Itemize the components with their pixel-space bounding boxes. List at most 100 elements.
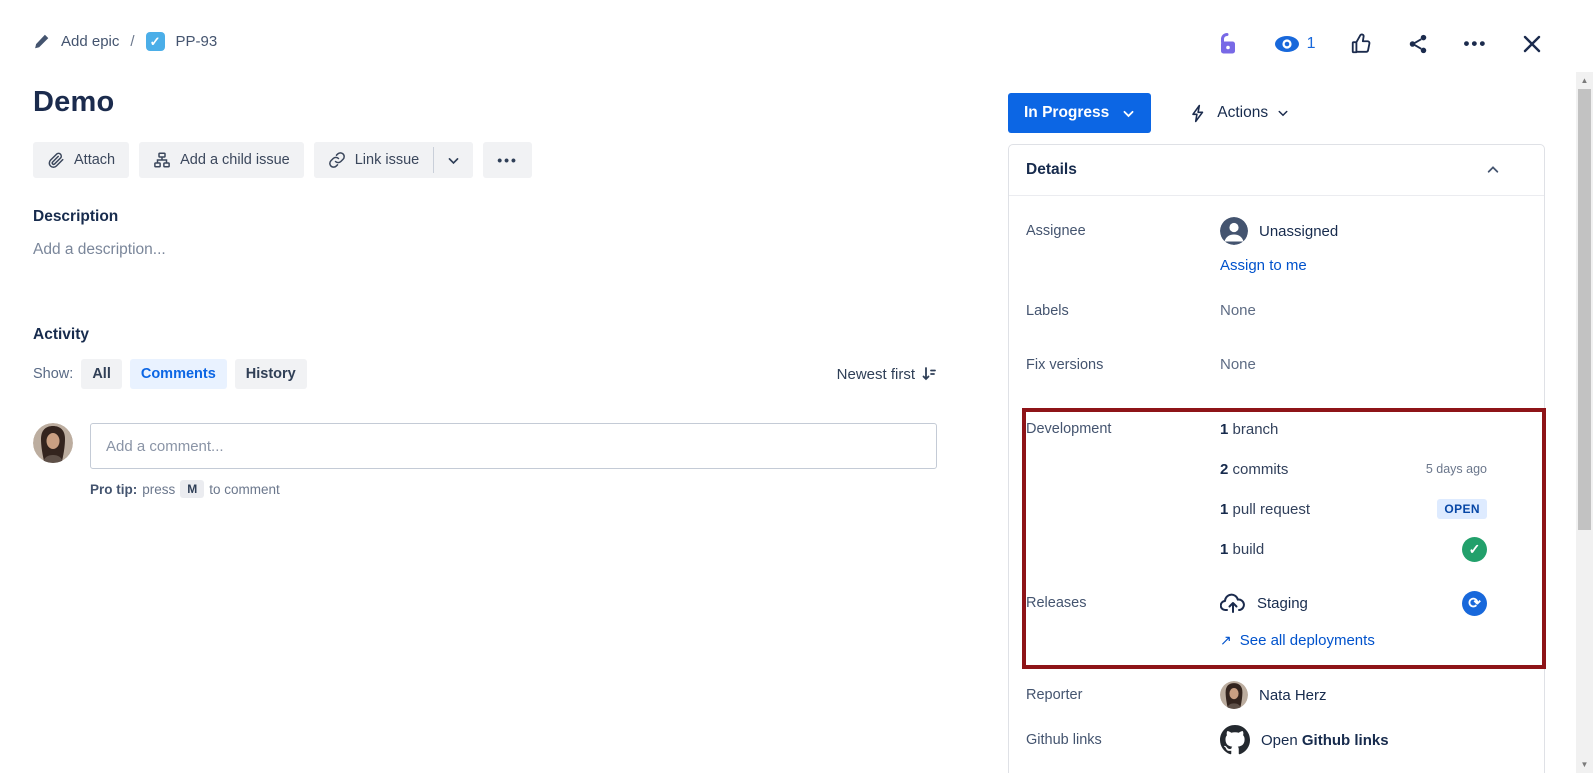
thumbs-up-icon <box>1350 33 1372 55</box>
fix-versions-value[interactable]: None <box>1220 355 1487 375</box>
sort-order-button[interactable]: Newest first <box>837 366 937 383</box>
commits-count: 2 <box>1220 461 1228 478</box>
status-label: In Progress <box>1024 104 1109 122</box>
see-all-deployments-link[interactable]: ↗ See all deployments <box>1220 632 1375 649</box>
task-type-icon[interactable]: ✓ <box>146 32 165 51</box>
issue-sidebar: In Progress Actions Details <box>1008 93 1545 773</box>
labels-value[interactable]: None <box>1220 301 1487 321</box>
github-links-label: Github links <box>1026 721 1220 759</box>
like-button[interactable] <box>1346 29 1376 59</box>
add-comment-row <box>33 423 937 469</box>
page-title[interactable]: Demo <box>33 86 937 119</box>
field-labels: Labels None <box>1009 301 1544 321</box>
labels-label: Labels <box>1026 301 1220 321</box>
dev-build[interactable]: 1 build ✓ <box>1220 529 1487 569</box>
scrollbar-thumb[interactable] <box>1578 89 1591 530</box>
breadcrumb-separator: / <box>130 33 134 50</box>
chevron-up-icon <box>1486 163 1500 177</box>
subtasks-icon <box>153 151 171 169</box>
watch-button[interactable]: 1 <box>1270 31 1320 57</box>
build-text: build <box>1233 541 1265 558</box>
filter-all[interactable]: All <box>81 359 122 389</box>
github-links-value[interactable]: Open Github links <box>1220 721 1487 759</box>
current-user-avatar[interactable] <box>33 423 73 463</box>
deployment-status-icon: ⟳ <box>1462 591 1487 616</box>
unlock-icon <box>1217 32 1239 56</box>
pencil-icon[interactable] <box>33 33 50 50</box>
see-all-deployments-label: See all deployments <box>1240 632 1375 649</box>
build-success-icon: ✓ <box>1462 537 1487 562</box>
issue-header-actions: 1 ••• <box>1213 26 1546 62</box>
dev-pull-request[interactable]: 1 pull request OPEN <box>1220 489 1487 529</box>
eye-icon <box>1274 35 1300 53</box>
field-development: Development 1 branch 2 commits 5 days ag… <box>1009 409 1544 569</box>
filter-comments[interactable]: Comments <box>130 359 227 389</box>
share-icon <box>1407 33 1429 55</box>
details-panel-header[interactable]: Details <box>1009 145 1544 196</box>
attach-button[interactable]: Attach <box>33 142 129 178</box>
release-environment[interactable]: Staging ⟳ <box>1220 583 1487 623</box>
status-dropdown-button[interactable]: In Progress <box>1008 93 1151 133</box>
share-button[interactable] <box>1403 29 1433 59</box>
link-issue-button[interactable]: Link issue <box>314 142 433 178</box>
assignee-value[interactable]: Unassigned <box>1220 212 1487 250</box>
close-button[interactable] <box>1518 30 1546 58</box>
issue-main-column: Add epic / ✓ PP-93 Demo Attach Add a chi… <box>33 32 937 498</box>
assignee-name: Unassigned <box>1259 223 1338 240</box>
pro-tip-prefix: Pro tip: <box>90 482 137 497</box>
releases-label: Releases <box>1026 583 1220 650</box>
status-row: In Progress Actions <box>1008 93 1545 133</box>
sort-descending-icon <box>921 366 937 382</box>
close-icon <box>1522 34 1542 54</box>
field-reporter: Reporter Nata Herz <box>1009 676 1544 714</box>
description-placeholder[interactable]: Add a description... <box>33 241 937 259</box>
paperclip-icon <box>47 151 65 169</box>
build-count: 1 <box>1220 541 1228 558</box>
reporter-value[interactable]: Nata Herz <box>1220 676 1487 714</box>
pr-count: 1 <box>1220 501 1228 518</box>
link-issue-dropdown-button[interactable] <box>434 142 473 178</box>
comment-input[interactable] <box>90 423 937 469</box>
ellipsis-icon: ••• <box>497 152 518 168</box>
add-child-issue-label: Add a child issue <box>180 152 290 168</box>
activity-heading: Activity <box>33 326 937 344</box>
details-fields: Assignee Unassigned Assign to me Labels <box>1009 196 1544 759</box>
field-releases: Releases Staging ⟳ ↗ <box>1009 583 1544 650</box>
scrollbar-down-arrow[interactable]: ▼ <box>1576 757 1593 772</box>
watch-count: 1 <box>1307 35 1316 53</box>
pr-text: pull request <box>1233 501 1311 518</box>
dev-branches[interactable]: 1 branch <box>1220 409 1487 449</box>
add-child-issue-button[interactable]: Add a child issue <box>139 142 304 178</box>
details-panel: Details Assignee Unassigned <box>1008 144 1545 773</box>
field-fix-versions: Fix versions None <box>1009 355 1544 375</box>
github-icon <box>1220 725 1250 755</box>
vertical-scrollbar[interactable]: ▲ ▼ <box>1576 72 1593 773</box>
github-links-text: Github links <box>1302 732 1389 749</box>
sort-order-label: Newest first <box>837 366 915 383</box>
link-icon <box>328 151 346 169</box>
filter-history[interactable]: History <box>235 359 307 389</box>
actions-dropdown-button[interactable]: Actions <box>1189 103 1289 124</box>
breadcrumb-add-epic[interactable]: Add epic <box>61 33 119 50</box>
branch-count: 1 <box>1220 421 1228 438</box>
commits-text: commits <box>1233 461 1289 478</box>
pro-tip: Pro tip: press M to comment <box>90 480 937 498</box>
breadcrumb-issue-key[interactable]: PP-93 <box>176 33 218 50</box>
toolbar-more-button[interactable]: ••• <box>483 142 532 178</box>
branch-text: branch <box>1233 421 1279 438</box>
scrollbar-up-arrow[interactable]: ▲ <box>1576 73 1593 88</box>
release-environment-name: Staging <box>1257 595 1308 612</box>
dev-commits[interactable]: 2 commits 5 days ago <box>1220 449 1487 489</box>
ellipsis-icon: ••• <box>1463 34 1487 54</box>
chevron-down-icon <box>447 154 460 167</box>
more-actions-button[interactable]: ••• <box>1459 30 1491 58</box>
cloud-upload-icon <box>1220 592 1246 614</box>
lightning-icon <box>1189 103 1208 124</box>
assign-to-me-link[interactable]: Assign to me <box>1220 257 1487 274</box>
pro-tip-suffix: to comment <box>209 482 280 497</box>
fix-versions-label: Fix versions <box>1026 355 1220 375</box>
reporter-label: Reporter <box>1026 676 1220 714</box>
keyboard-shortcut-m: M <box>180 480 204 498</box>
breadcrumb: Add epic / ✓ PP-93 <box>33 32 937 51</box>
unlock-button[interactable] <box>1213 28 1243 60</box>
